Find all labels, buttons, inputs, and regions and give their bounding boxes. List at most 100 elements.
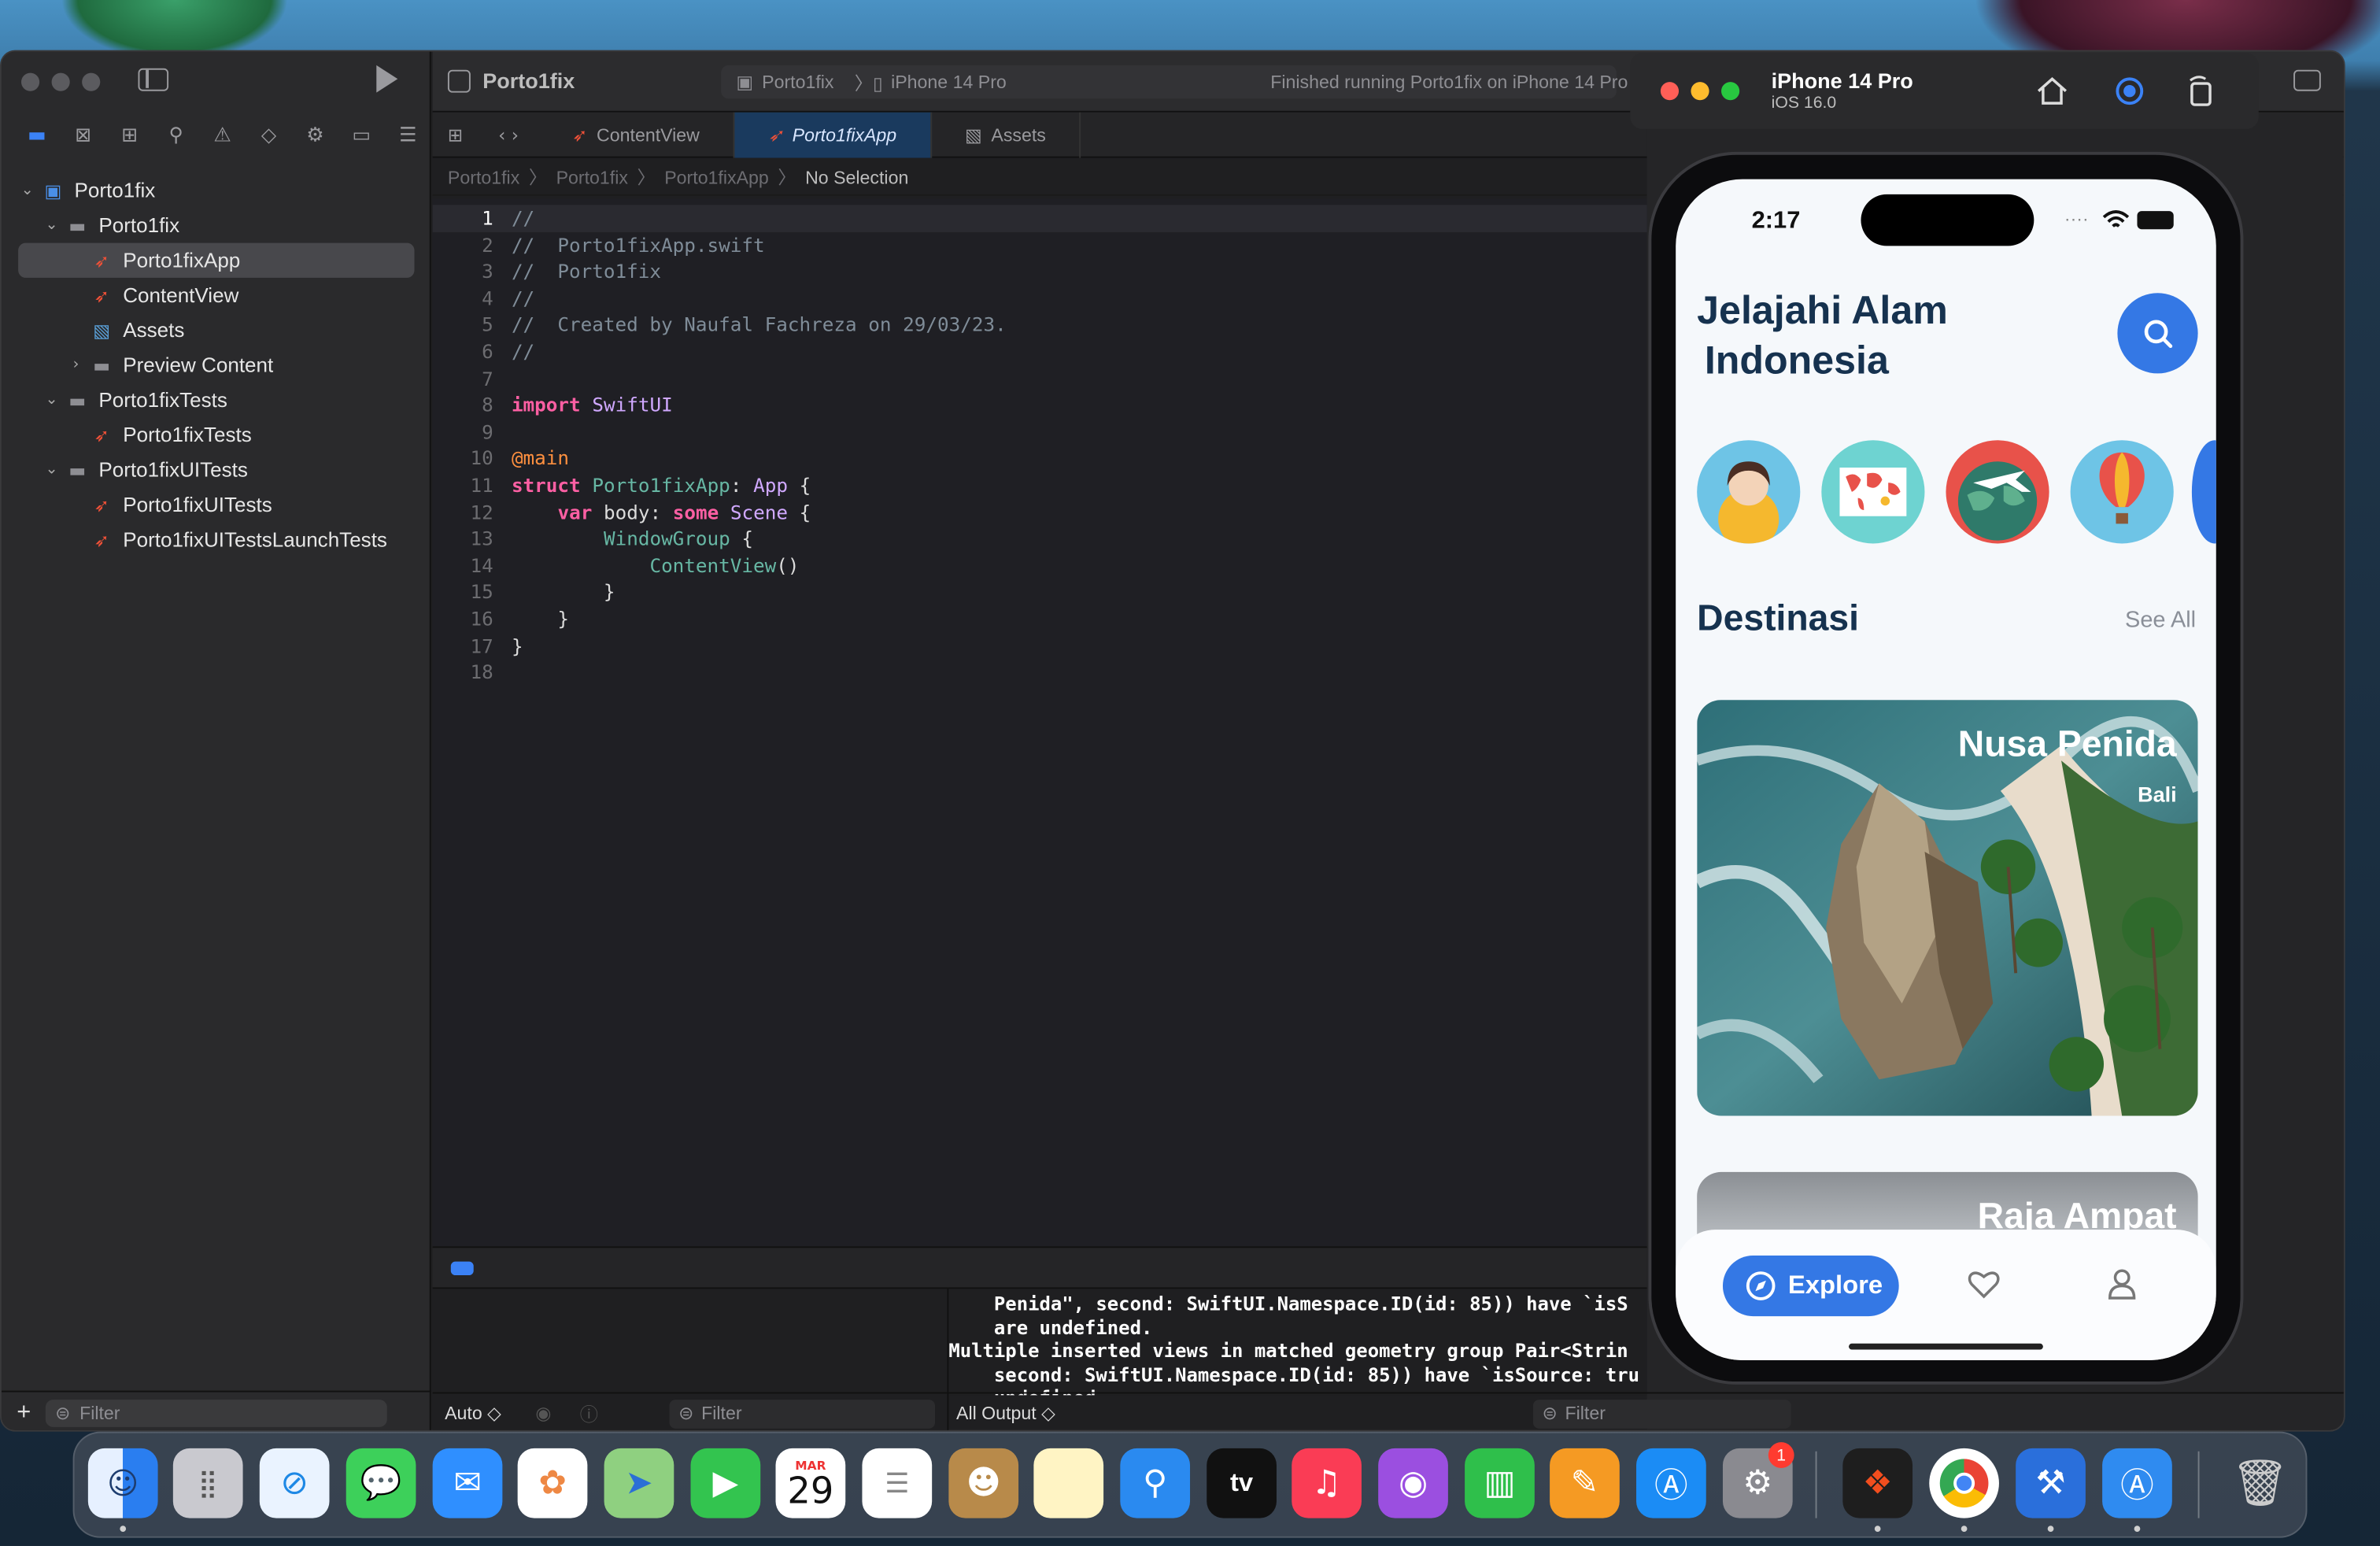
minimize-window-button[interactable] xyxy=(1691,82,1709,101)
tab-explore[interactable]: Explore xyxy=(1722,1255,1899,1317)
close-window-button[interactable] xyxy=(21,72,40,91)
add-icon[interactable]: + xyxy=(17,1399,31,1426)
inspector-toggle-icon[interactable] xyxy=(2293,69,2321,91)
tree-item-porto1fixapp[interactable]: ➶ Porto1fixApp xyxy=(18,242,415,278)
category-avatar-partial[interactable] xyxy=(2191,440,2216,544)
code-line[interactable]: 6 // xyxy=(433,338,1647,365)
activity-view[interactable]: ▣ Porto1fix 〉▯ iPhone 14 Pro Finished ru… xyxy=(721,65,1628,99)
podcasts-icon[interactable]: ◉ xyxy=(1378,1448,1448,1518)
safari-icon[interactable]: ⊘ xyxy=(259,1448,330,1518)
tree-item-assets[interactable]: ▧ Assets xyxy=(2,313,431,347)
destination-card[interactable]: Nusa Penida Bali xyxy=(1697,700,2198,1116)
facetime-icon[interactable]: ▶ xyxy=(690,1448,761,1518)
tree-item-file[interactable]: ➶ Porto1fixUITestsLaunchTests xyxy=(2,522,431,557)
tree-item-group[interactable]: ⌄ ▬ Porto1fixUITests xyxy=(2,453,431,487)
find-icon[interactable]: ⚲ xyxy=(153,124,199,146)
code-line[interactable]: 1 // xyxy=(432,205,1647,232)
tree-item-project[interactable]: ⌄ ▣ Porto1fix xyxy=(2,173,431,208)
finder-icon[interactable]: ☺ xyxy=(87,1448,158,1518)
search-button[interactable] xyxy=(2117,293,2198,374)
code-line[interactable]: 5 // Created by Naufal Fachreza on 29/03/… xyxy=(433,312,1647,338)
notes-icon[interactable] xyxy=(1033,1448,1104,1518)
breadcrumb-item[interactable]: Porto1fix xyxy=(556,166,628,187)
category-avatar-travel[interactable] xyxy=(1946,440,2049,544)
source-control-icon[interactable]: ⊠ xyxy=(60,124,106,146)
report-icon[interactable]: ☰ xyxy=(385,124,431,146)
breakpoint-icon[interactable]: ▭ xyxy=(338,124,385,146)
code-line[interactable]: 4 // xyxy=(433,285,1647,312)
keynote-icon[interactable]: ⚲ xyxy=(1120,1448,1191,1518)
category-avatar-balloon[interactable] xyxy=(2070,440,2174,544)
back-forward-icon[interactable]: ‹ › xyxy=(479,124,539,145)
info-icon[interactable]: ⓘ xyxy=(566,1400,612,1426)
debug-area-toggle-icon[interactable] xyxy=(450,1261,474,1276)
category-avatar-world-map[interactable] xyxy=(1821,440,1925,544)
code-line[interactable]: 12 var body: some Scene { xyxy=(433,499,1647,526)
variables-filter-input[interactable]: ⊜ Filter xyxy=(669,1399,936,1428)
console-filter-input[interactable]: ⊜ Filter xyxy=(1532,1399,1791,1428)
chevron-down-icon[interactable]: ⌄ xyxy=(41,392,62,409)
numbers-icon[interactable]: ▥ xyxy=(1465,1448,1535,1518)
tab-assets[interactable]: ▧ Assets xyxy=(932,111,1081,157)
figma-icon[interactable]: ❖ xyxy=(1842,1448,1913,1518)
xcode-icon[interactable]: ⚒ xyxy=(2016,1448,2086,1518)
tab-porto1fixapp[interactable]: ➶ Porto1fixApp xyxy=(734,111,932,157)
code-line[interactable]: 8 import SwiftUI xyxy=(433,392,1647,419)
tree-item-preview-content[interactable]: › ▬ Preview Content xyxy=(2,348,431,383)
breadcrumb-item[interactable]: Porto1fixApp xyxy=(664,166,769,187)
folder-icon[interactable]: ▬ xyxy=(13,124,60,146)
run-icon[interactable] xyxy=(376,65,398,93)
chevron-down-icon[interactable]: ⌄ xyxy=(17,182,38,198)
tree-item-file[interactable]: ➶ Porto1fixTests xyxy=(2,417,431,452)
run-destination[interactable]: iPhone 14 Pro xyxy=(891,72,1007,93)
breadcrumb-item[interactable]: No Selection xyxy=(805,166,908,187)
zoom-window-button[interactable] xyxy=(82,72,101,91)
apple-tv-icon[interactable]: tv xyxy=(1207,1448,1277,1518)
category-avatar-person[interactable] xyxy=(1697,440,1801,544)
breadcrumb-item[interactable]: Porto1fix xyxy=(448,166,519,187)
code-line[interactable]: 11 struct Porto1fixApp: App { xyxy=(433,472,1647,499)
code-line[interactable]: 14 ContentView() xyxy=(433,552,1647,579)
tree-item-group[interactable]: ⌄ ▬ Porto1fixTests xyxy=(2,383,431,417)
variables-scope-selector[interactable]: Auto ◇ xyxy=(445,1403,520,1424)
code-line[interactable]: 7 xyxy=(433,365,1647,392)
symbol-navigator-icon[interactable]: ⊞ xyxy=(106,124,153,146)
code-line[interactable]: 13 WindowGroup { xyxy=(433,526,1647,553)
chevron-down-icon[interactable]: ⌄ xyxy=(41,217,62,234)
close-window-button[interactable] xyxy=(1660,82,1680,101)
code-line[interactable]: 16 } xyxy=(433,605,1647,632)
see-all-link[interactable]: See All xyxy=(2125,607,2196,633)
heart-icon[interactable] xyxy=(1967,1269,2000,1300)
issue-icon[interactable]: ⚠ xyxy=(199,124,246,146)
messages-icon[interactable]: 💬 xyxy=(346,1448,416,1518)
zoom-window-button[interactable] xyxy=(1721,82,1740,101)
grid-icon[interactable]: ⊞ xyxy=(433,124,479,145)
rotate-icon[interactable] xyxy=(2186,75,2216,108)
test-icon[interactable]: ◇ xyxy=(246,124,292,146)
home-icon[interactable] xyxy=(2035,76,2068,106)
pages-icon[interactable]: ✎ xyxy=(1550,1448,1620,1518)
reminders-icon[interactable]: ☰ xyxy=(862,1448,933,1518)
music-icon[interactable]: ♫ xyxy=(1292,1448,1362,1518)
tab-contentview[interactable]: ➶ ContentView xyxy=(539,111,735,157)
code-line[interactable]: 3 // Porto1fix xyxy=(433,258,1647,285)
photos-icon[interactable]: ✿ xyxy=(517,1448,588,1518)
tree-item-group[interactable]: ⌄ ▬ Porto1fix xyxy=(2,208,431,242)
tree-item-file[interactable]: ➶ Porto1fixUITests xyxy=(2,487,431,522)
navigator-filter-input[interactable]: ⊜ Filter xyxy=(46,1399,388,1426)
launchpad-icon[interactable]: ⣿ xyxy=(172,1448,243,1518)
code-line[interactable]: 2 // Porto1fixApp.swift xyxy=(433,231,1647,258)
app-store-icon[interactable]: Ⓐ xyxy=(1636,1448,1706,1518)
simulator-icon[interactable]: Ⓐ xyxy=(2102,1448,2172,1518)
code-line[interactable]: 10 @main xyxy=(433,446,1647,472)
minimize-window-button[interactable] xyxy=(51,72,70,91)
code-line[interactable]: 9 xyxy=(433,419,1647,446)
code-editor[interactable]: 1 // 2 // Porto1fixApp.swift 3 // Porto1fix 4 /… xyxy=(432,198,1647,1247)
tree-item-contentview[interactable]: ➶ ContentView xyxy=(2,278,431,313)
code-line[interactable]: 18 xyxy=(433,659,1647,686)
console-output-selector[interactable]: All Output ◇ xyxy=(956,1403,1077,1424)
profile-icon[interactable] xyxy=(2107,1267,2138,1300)
mail-icon[interactable]: ✉ xyxy=(432,1448,503,1518)
screenshot-icon[interactable] xyxy=(2115,76,2145,106)
maps-icon[interactable]: ➤ xyxy=(604,1448,674,1518)
